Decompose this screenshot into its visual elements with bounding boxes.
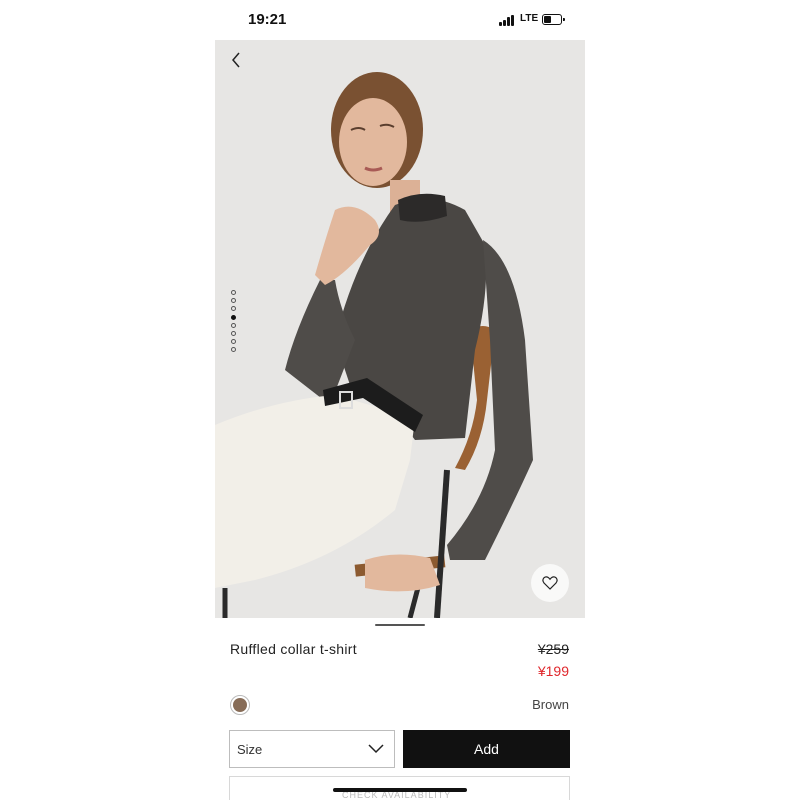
original-price: ¥259 bbox=[537, 641, 569, 657]
carousel-dot[interactable] bbox=[231, 306, 236, 312]
carousel-indicator bbox=[231, 290, 241, 356]
heart-icon bbox=[542, 576, 558, 590]
carousel-dot[interactable] bbox=[231, 347, 236, 353]
carousel-dot[interactable] bbox=[231, 290, 236, 295]
network-label: LTE bbox=[520, 13, 539, 24]
size-select-label: Size bbox=[237, 742, 263, 757]
carousel-dot-active[interactable] bbox=[231, 314, 236, 320]
phone-screen: 19:21 LTE Ruffled collar t-shirt ¥259 ¥1… bbox=[215, 0, 585, 800]
carousel-dot[interactable] bbox=[231, 298, 236, 304]
carousel-dot[interactable] bbox=[231, 330, 236, 336]
color-swatch[interactable] bbox=[230, 695, 250, 715]
model-illustration bbox=[215, 40, 585, 618]
status-time: 19:21 bbox=[248, 11, 287, 28]
chevron-down-icon bbox=[368, 744, 384, 754]
battery-icon bbox=[542, 14, 565, 25]
sheet-handle[interactable] bbox=[375, 624, 425, 626]
home-indicator bbox=[333, 788, 467, 792]
sale-price: ¥199 bbox=[537, 663, 569, 679]
wishlist-button[interactable] bbox=[531, 564, 569, 602]
product-photo[interactable] bbox=[215, 40, 585, 618]
carousel-dot[interactable] bbox=[231, 322, 236, 328]
signal-icon bbox=[499, 14, 517, 26]
back-button[interactable] bbox=[225, 48, 249, 72]
color-name: Brown bbox=[532, 697, 569, 712]
carousel-dot[interactable] bbox=[231, 339, 236, 345]
add-to-bag-button[interactable]: Add bbox=[403, 730, 570, 768]
status-bar: 19:21 LTE bbox=[215, 0, 585, 40]
add-button-label: Add bbox=[474, 741, 499, 757]
product-name: Ruffled collar t-shirt bbox=[230, 641, 357, 657]
size-select[interactable]: Size bbox=[229, 730, 395, 768]
chevron-left-icon bbox=[232, 52, 240, 68]
